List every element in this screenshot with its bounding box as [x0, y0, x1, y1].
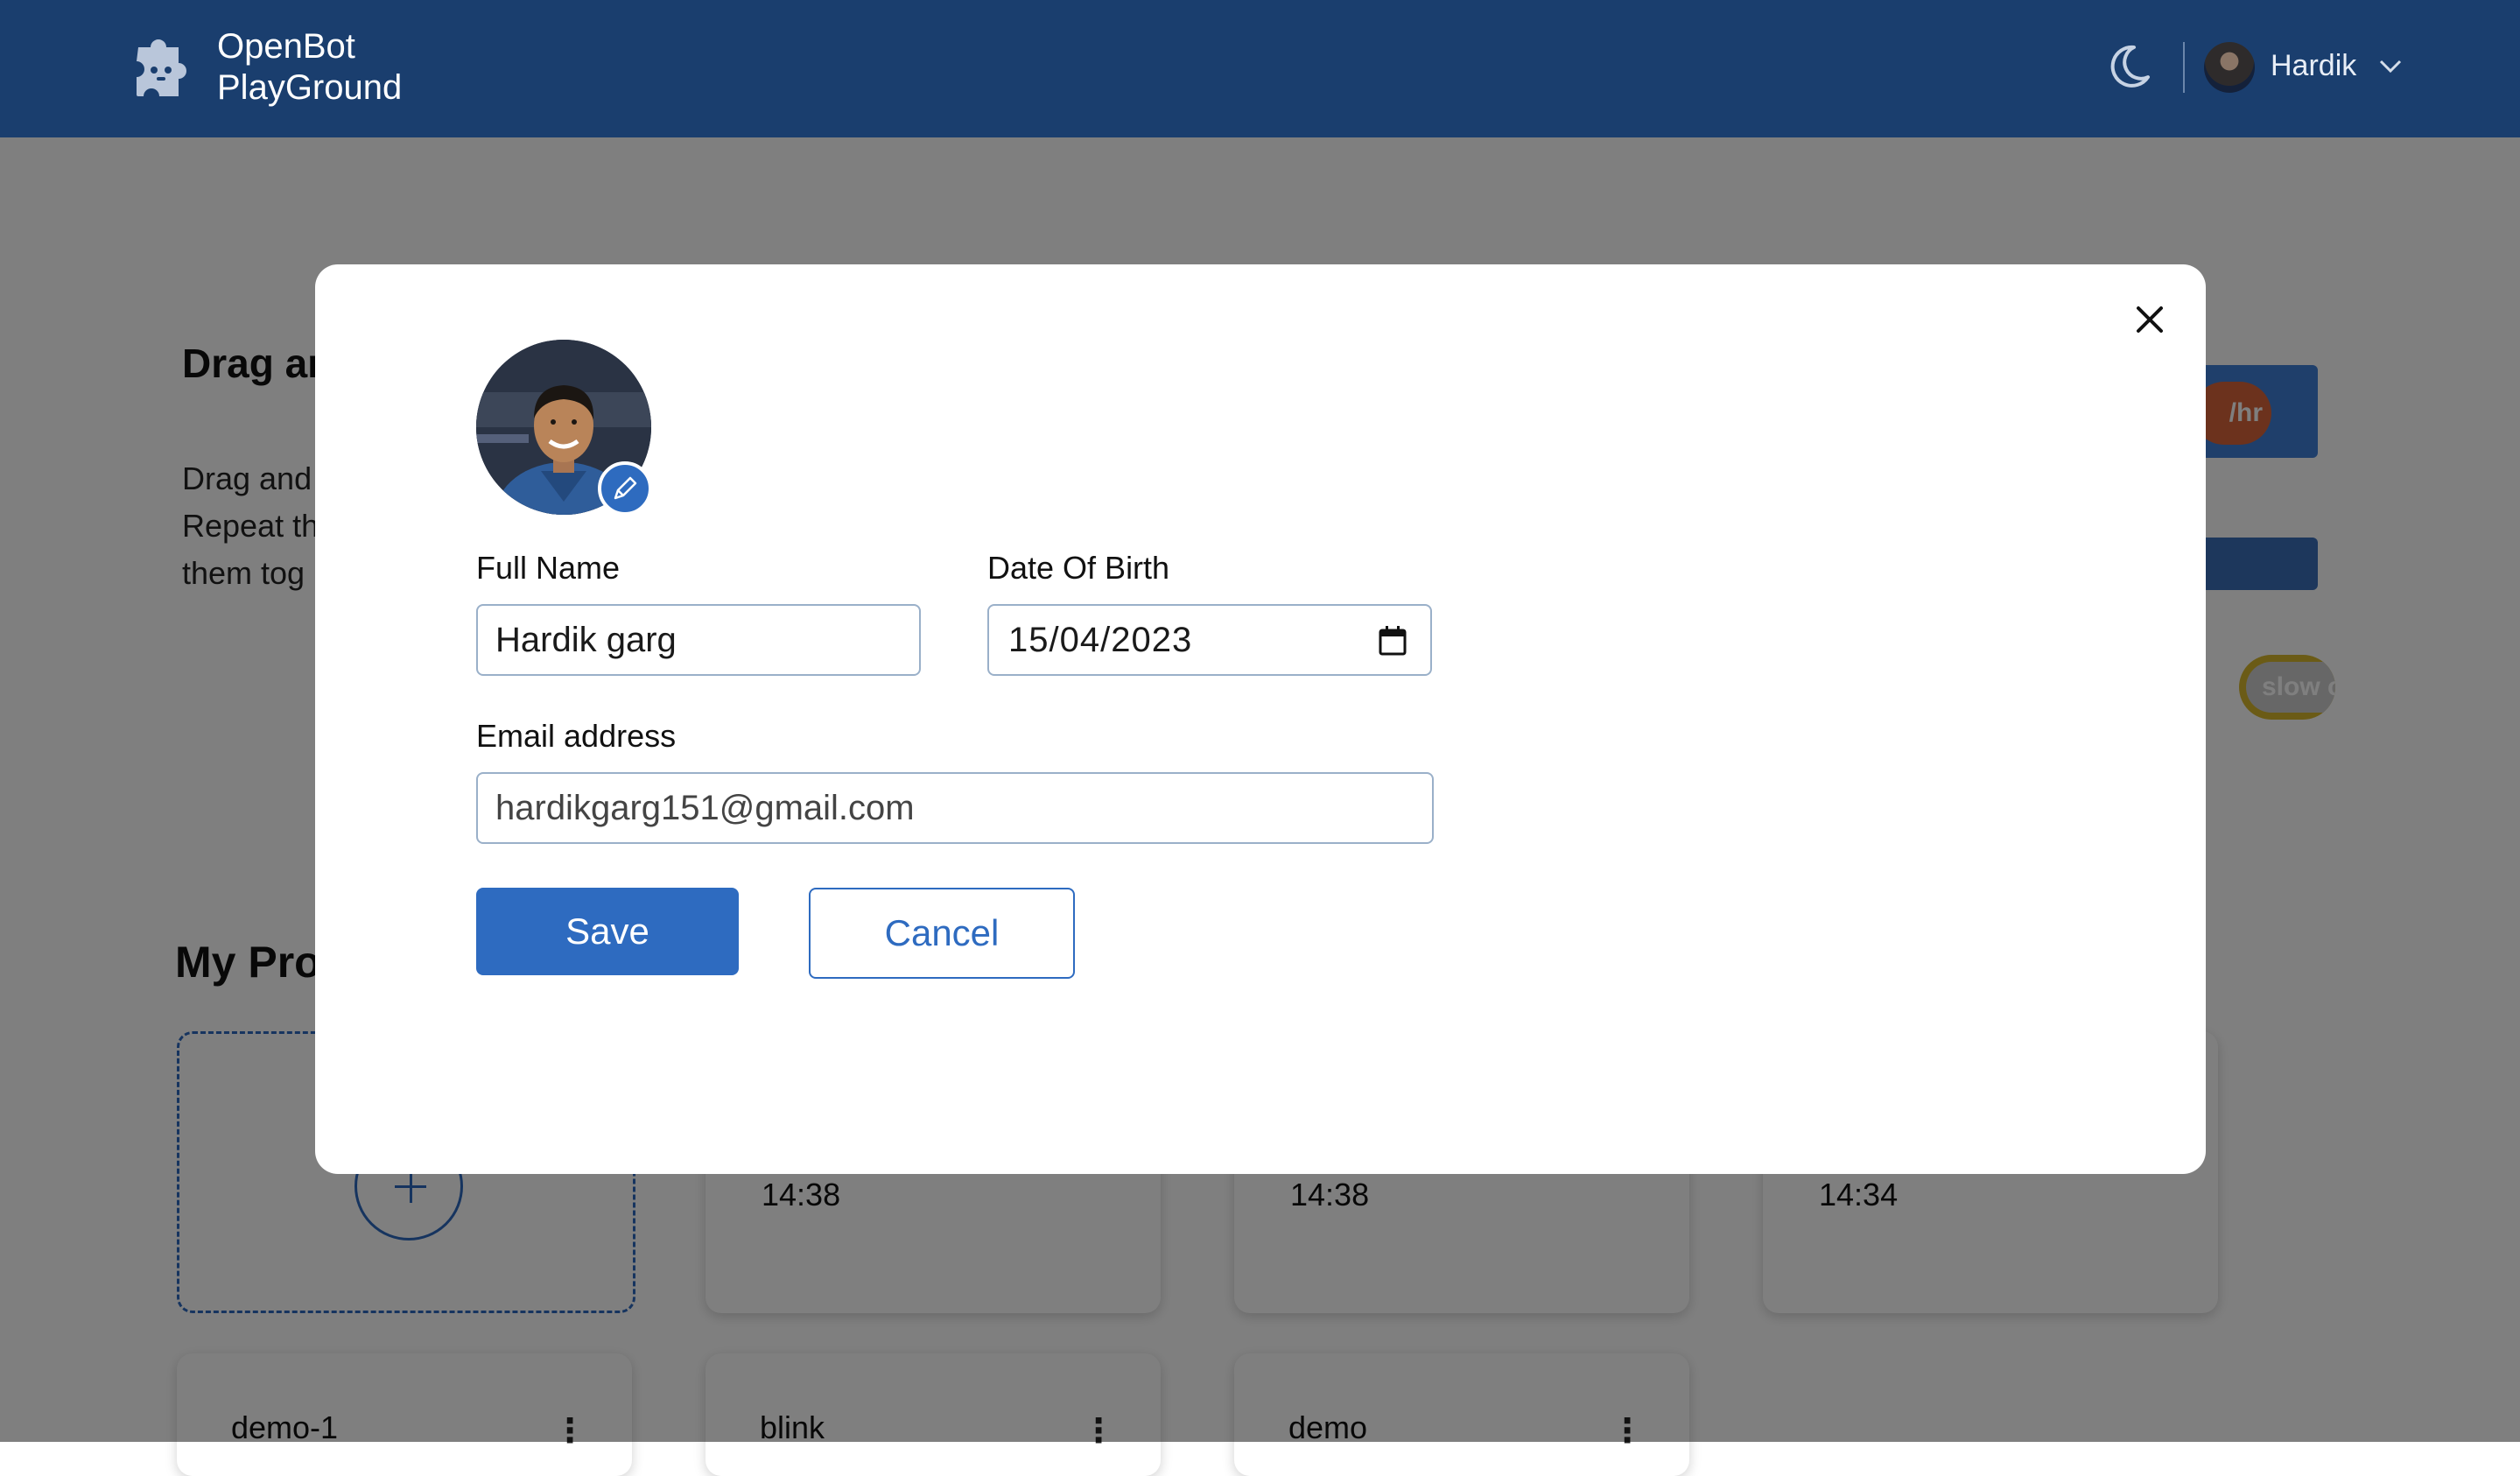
edit-avatar-button[interactable] — [598, 461, 652, 516]
header-divider — [2183, 42, 2185, 93]
app-name-line2: PlayGround — [217, 68, 403, 107]
email-label: Email address — [476, 718, 677, 754]
full-name-label: Full Name — [476, 550, 621, 586]
dob-input[interactable]: 15/04/2023 — [987, 604, 1432, 676]
save-button[interactable]: Save — [476, 888, 739, 975]
pencil-icon — [614, 476, 637, 500]
top-navbar: OpenBot PlayGround Hardik — [0, 0, 2520, 137]
puzzle-logo-icon[interactable] — [130, 32, 200, 103]
moon-icon[interactable] — [2108, 44, 2151, 91]
header-avatar[interactable] — [2204, 42, 2255, 93]
full-name-input[interactable] — [476, 604, 921, 676]
app-name[interactable]: OpenBot PlayGround — [217, 26, 402, 109]
dob-label: Date Of Birth — [987, 550, 1170, 586]
dob-value: 15/04/2023 — [1008, 621, 1193, 659]
app-name-line1: OpenBot — [217, 27, 355, 66]
cancel-button[interactable]: Cancel — [809, 888, 1075, 979]
email-input[interactable] — [476, 772, 1434, 844]
chevron-down-icon[interactable] — [2377, 56, 2404, 75]
close-icon[interactable] — [2131, 301, 2168, 338]
calendar-icon[interactable] — [1378, 625, 1407, 657]
header-user-name[interactable]: Hardik — [2271, 49, 2356, 83]
